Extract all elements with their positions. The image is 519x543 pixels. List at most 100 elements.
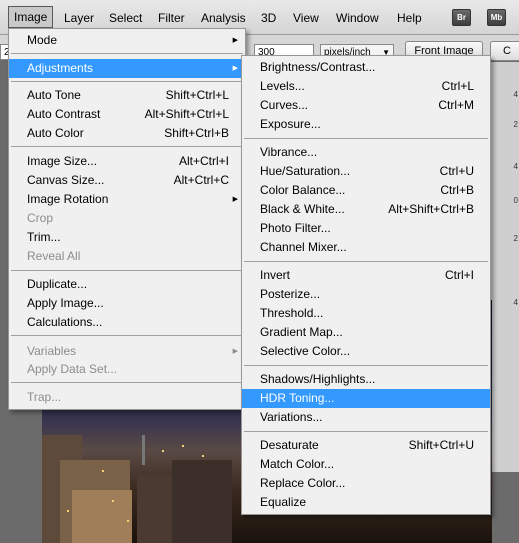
menu-item-auto-color[interactable]: Auto Color Shift+Ctrl+B	[9, 124, 245, 143]
menu-item-image-size[interactable]: Image Size... Alt+Ctrl+I	[9, 152, 245, 171]
menu-separator	[11, 270, 243, 271]
menu-item-calculations[interactable]: Calculations...	[9, 313, 245, 332]
menu-item-label: Auto Color	[27, 126, 84, 140]
menu-item-black-white[interactable]: Black & White... Alt+Shift+Ctrl+B	[242, 200, 490, 219]
menu-item-threshold[interactable]: Threshold...	[242, 304, 490, 323]
menu-item-crop: Crop	[9, 209, 245, 228]
menu-item-invert[interactable]: Invert Ctrl+I	[242, 266, 490, 285]
menu-item-color-balance[interactable]: Color Balance... Ctrl+B	[242, 181, 490, 200]
menu-item-canvas-size[interactable]: Canvas Size... Alt+Ctrl+C	[9, 171, 245, 190]
ruler-label: 4	[513, 298, 518, 307]
menu-item-shortcut: Ctrl+I	[444, 268, 474, 282]
menu-item-label: Variations...	[260, 410, 323, 424]
menu-select[interactable]: Select	[109, 11, 142, 25]
menu-item-shortcut: Shift+Ctrl+L	[165, 88, 229, 102]
menu-item-shortcut: Ctrl+L	[441, 79, 474, 93]
menu-item-match-color[interactable]: Match Color...	[242, 455, 490, 474]
building	[72, 490, 132, 543]
menu-item-label: Vibrance...	[260, 145, 318, 159]
menu-item-shortcut: Alt+Ctrl+C	[173, 173, 229, 187]
bridge-icon[interactable]: Br	[452, 9, 471, 26]
menu-item-hue-saturation[interactable]: Hue/Saturation... Ctrl+U	[242, 162, 490, 181]
menu-filter[interactable]: Filter	[158, 11, 185, 25]
menu-item-label: Channel Mixer...	[260, 240, 347, 254]
mini-bridge-icon[interactable]: Mb	[487, 9, 506, 26]
menu-item-label: Trap...	[27, 390, 62, 404]
menu-view[interactable]: View	[293, 11, 319, 25]
menu-item-selective-color[interactable]: Selective Color...	[242, 342, 490, 361]
menu-item-label: Hue/Saturation...	[260, 164, 351, 178]
menu-item-image-rotation[interactable]: Image Rotation ▶	[9, 190, 245, 209]
menu-item-levels[interactable]: Levels... Ctrl+L	[242, 77, 490, 96]
menu-item-photo-filter[interactable]: Photo Filter...	[242, 219, 490, 238]
menu-item-label: Equalize	[260, 495, 307, 509]
tower	[142, 435, 145, 465]
image-menu: Mode ▶ Adjustments ▶ Auto Tone Shift+Ctr…	[8, 28, 246, 410]
menu-analysis[interactable]: Analysis	[201, 11, 246, 25]
menu-item-label: Calculations...	[27, 315, 103, 329]
ruler-label: 4	[513, 162, 518, 171]
menu-item-variations[interactable]: Variations...	[242, 408, 490, 427]
menu-item-exposure[interactable]: Exposure...	[242, 115, 490, 134]
menu-item-posterize[interactable]: Posterize...	[242, 285, 490, 304]
menu-item-label: Posterize...	[260, 287, 321, 301]
menu-layer[interactable]: Layer	[64, 11, 94, 25]
menu-item-brightness-contrast[interactable]: Brightness/Contrast...	[242, 58, 490, 77]
menu-3d[interactable]: 3D	[261, 11, 276, 25]
menu-item-label: Image Size...	[27, 154, 98, 168]
menu-item-hdr-toning[interactable]: HDR Toning...	[242, 389, 490, 408]
menu-item-label: Levels...	[260, 79, 305, 93]
menu-item-label: Selective Color...	[260, 344, 351, 358]
menu-item-reveal-all: Reveal All	[9, 247, 245, 266]
menu-item-trim[interactable]: Trim...	[9, 228, 245, 247]
menu-item-shortcut: Alt+Shift+Ctrl+B	[388, 202, 474, 216]
menu-item-adjustments[interactable]: Adjustments ▶	[9, 59, 245, 78]
vertical-ruler: 4 2 4 0 2 4	[490, 62, 519, 472]
ruler-label: 2	[513, 120, 518, 129]
menu-item-duplicate[interactable]: Duplicate...	[9, 275, 245, 294]
menu-item-label: Apply Data Set...	[27, 362, 118, 376]
menu-item-mode[interactable]: Mode ▶	[9, 31, 245, 50]
menu-item-gradient-map[interactable]: Gradient Map...	[242, 323, 490, 342]
menu-window[interactable]: Window	[336, 11, 379, 25]
menu-item-label: Shadows/Highlights...	[260, 372, 376, 386]
menu-separator	[244, 261, 488, 262]
submenu-arrow-icon: ▶	[232, 196, 238, 203]
menu-item-desaturate[interactable]: Desaturate Shift+Ctrl+U	[242, 436, 490, 455]
menu-item-apply-image[interactable]: Apply Image...	[9, 294, 245, 313]
menu-item-shortcut: Ctrl+U	[439, 164, 474, 178]
city-light	[162, 450, 164, 452]
menu-item-label: Duplicate...	[27, 277, 88, 291]
menu-item-auto-tone[interactable]: Auto Tone Shift+Ctrl+L	[9, 86, 245, 105]
menu-item-label: Auto Tone	[27, 88, 81, 102]
menu-item-label: Match Color...	[260, 457, 335, 471]
city-light	[202, 455, 204, 457]
menu-item-label: Color Balance...	[260, 183, 346, 197]
menu-separator	[244, 138, 488, 139]
menu-item-label: Threshold...	[260, 306, 324, 320]
menu-item-equalize[interactable]: Equalize	[242, 493, 490, 512]
clear-button[interactable]: C	[490, 41, 519, 61]
city-light	[112, 500, 114, 502]
ruler-label: 4	[513, 90, 518, 99]
menu-help[interactable]: Help	[397, 11, 422, 25]
city-light	[102, 470, 104, 472]
menu-item-vibrance[interactable]: Vibrance...	[242, 143, 490, 162]
menu-image[interactable]: Image	[8, 6, 54, 28]
menu-separator	[11, 335, 243, 336]
menu-item-label: Curves...	[260, 98, 309, 112]
menu-item-curves[interactable]: Curves... Ctrl+M	[242, 96, 490, 115]
ruler-label: 2	[513, 234, 518, 243]
menu-item-shortcut: Ctrl+B	[440, 183, 474, 197]
menu-item-shadows-highlights[interactable]: Shadows/Highlights...	[242, 370, 490, 389]
menu-separator	[11, 146, 243, 147]
menu-item-replace-color[interactable]: Replace Color...	[242, 474, 490, 493]
menu-item-auto-contrast[interactable]: Auto Contrast Alt+Shift+Ctrl+L	[9, 105, 245, 124]
city-light	[182, 445, 184, 447]
menu-item-shortcut: Shift+Ctrl+B	[164, 126, 229, 140]
menu-item-label: Invert	[260, 268, 291, 282]
menu-item-label: Variables	[27, 344, 77, 358]
menu-item-channel-mixer[interactable]: Channel Mixer...	[242, 238, 490, 257]
menu-item-label: Desaturate	[260, 438, 319, 452]
menu-separator	[11, 53, 243, 54]
